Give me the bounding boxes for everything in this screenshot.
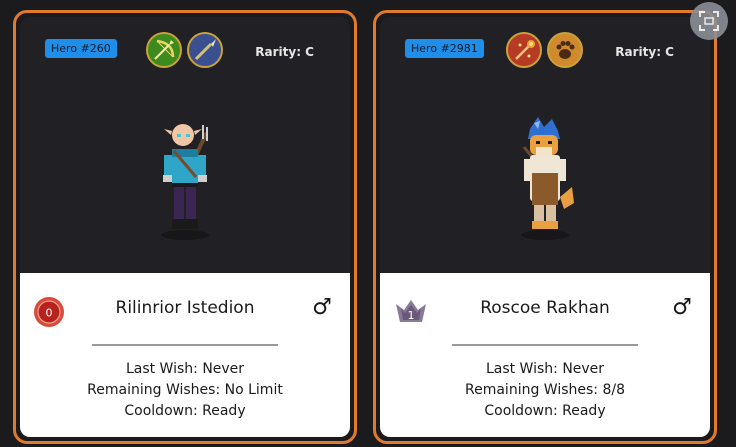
hero-card-info: 0 Rilinrior Istedion ♂ Last Wish: Never …: [20, 273, 350, 437]
cooldown-label: Cooldown:: [484, 403, 558, 419]
last-wish-label: Last Wish:: [485, 361, 558, 377]
hero-card[interactable]: Hero #2981 Rarity: C 1 Roscoe Rakhan ♂ L…: [373, 10, 717, 444]
cooldown-value: Ready: [562, 403, 606, 419]
divider: [92, 344, 278, 346]
wish-stats: Last Wish: Never Remaining Wishes: 8/8 C…: [380, 359, 710, 422]
hero-card-portrait: Hero #2981 Rarity: C: [380, 17, 710, 273]
hero-card-portrait: Hero #260 Rarity: C: [20, 17, 350, 273]
remaining-wishes-value: No Limit: [224, 382, 283, 398]
cooldown-value: Ready: [202, 403, 246, 419]
last-wish-row: Last Wish: Never: [380, 359, 710, 380]
cooldown-row: Cooldown: Ready: [380, 401, 710, 422]
remaining-wishes-row: Remaining Wishes: 8/8: [380, 380, 710, 401]
bow-icon: [146, 32, 182, 68]
rarity-label: Rarity: C: [255, 45, 314, 59]
hero-name: Rilinrior Istedion: [115, 298, 255, 318]
hero-id-badge: Hero #260: [45, 39, 117, 58]
last-wish-value: Never: [202, 361, 245, 377]
wish-stats: Last Wish: Never Remaining Wishes: No Li…: [20, 359, 350, 422]
scan-icon: [699, 11, 719, 31]
hero-name: Roscoe Rakhan: [480, 298, 610, 318]
hero-card[interactable]: Hero #260 Rarity: C 0 Rilinrior Istedion…: [13, 10, 357, 444]
last-wish-value: Never: [562, 361, 605, 377]
remaining-wishes-label: Remaining Wishes:: [87, 382, 221, 398]
hero-id-badge: Hero #2981: [405, 39, 484, 58]
remaining-wishes-label: Remaining Wishes:: [465, 382, 599, 398]
male-gender-icon: ♂: [672, 295, 692, 320]
cooldown-label: Cooldown:: [124, 403, 198, 419]
last-wish-label: Last Wish:: [125, 361, 198, 377]
fire-staff-icon: [506, 32, 542, 68]
remaining-wishes-row: Remaining Wishes: No Limit: [20, 380, 350, 401]
cooldown-row: Cooldown: Ready: [20, 401, 350, 422]
hero-card-info: 1 Roscoe Rakhan ♂ Last Wish: Never Remai…: [380, 273, 710, 437]
hero-sprite-fox-mage: [510, 117, 580, 246]
last-wish-row: Last Wish: Never: [20, 359, 350, 380]
rarity-label: Rarity: C: [615, 45, 674, 59]
male-gender-icon: ♂: [312, 295, 332, 320]
spear-icon: [187, 32, 223, 68]
divider: [452, 344, 638, 346]
scan-button[interactable]: [690, 2, 728, 40]
paw-icon: [547, 32, 583, 68]
remaining-wishes-value: 8/8: [602, 382, 625, 398]
hero-sprite-elf-archer: [150, 117, 220, 246]
